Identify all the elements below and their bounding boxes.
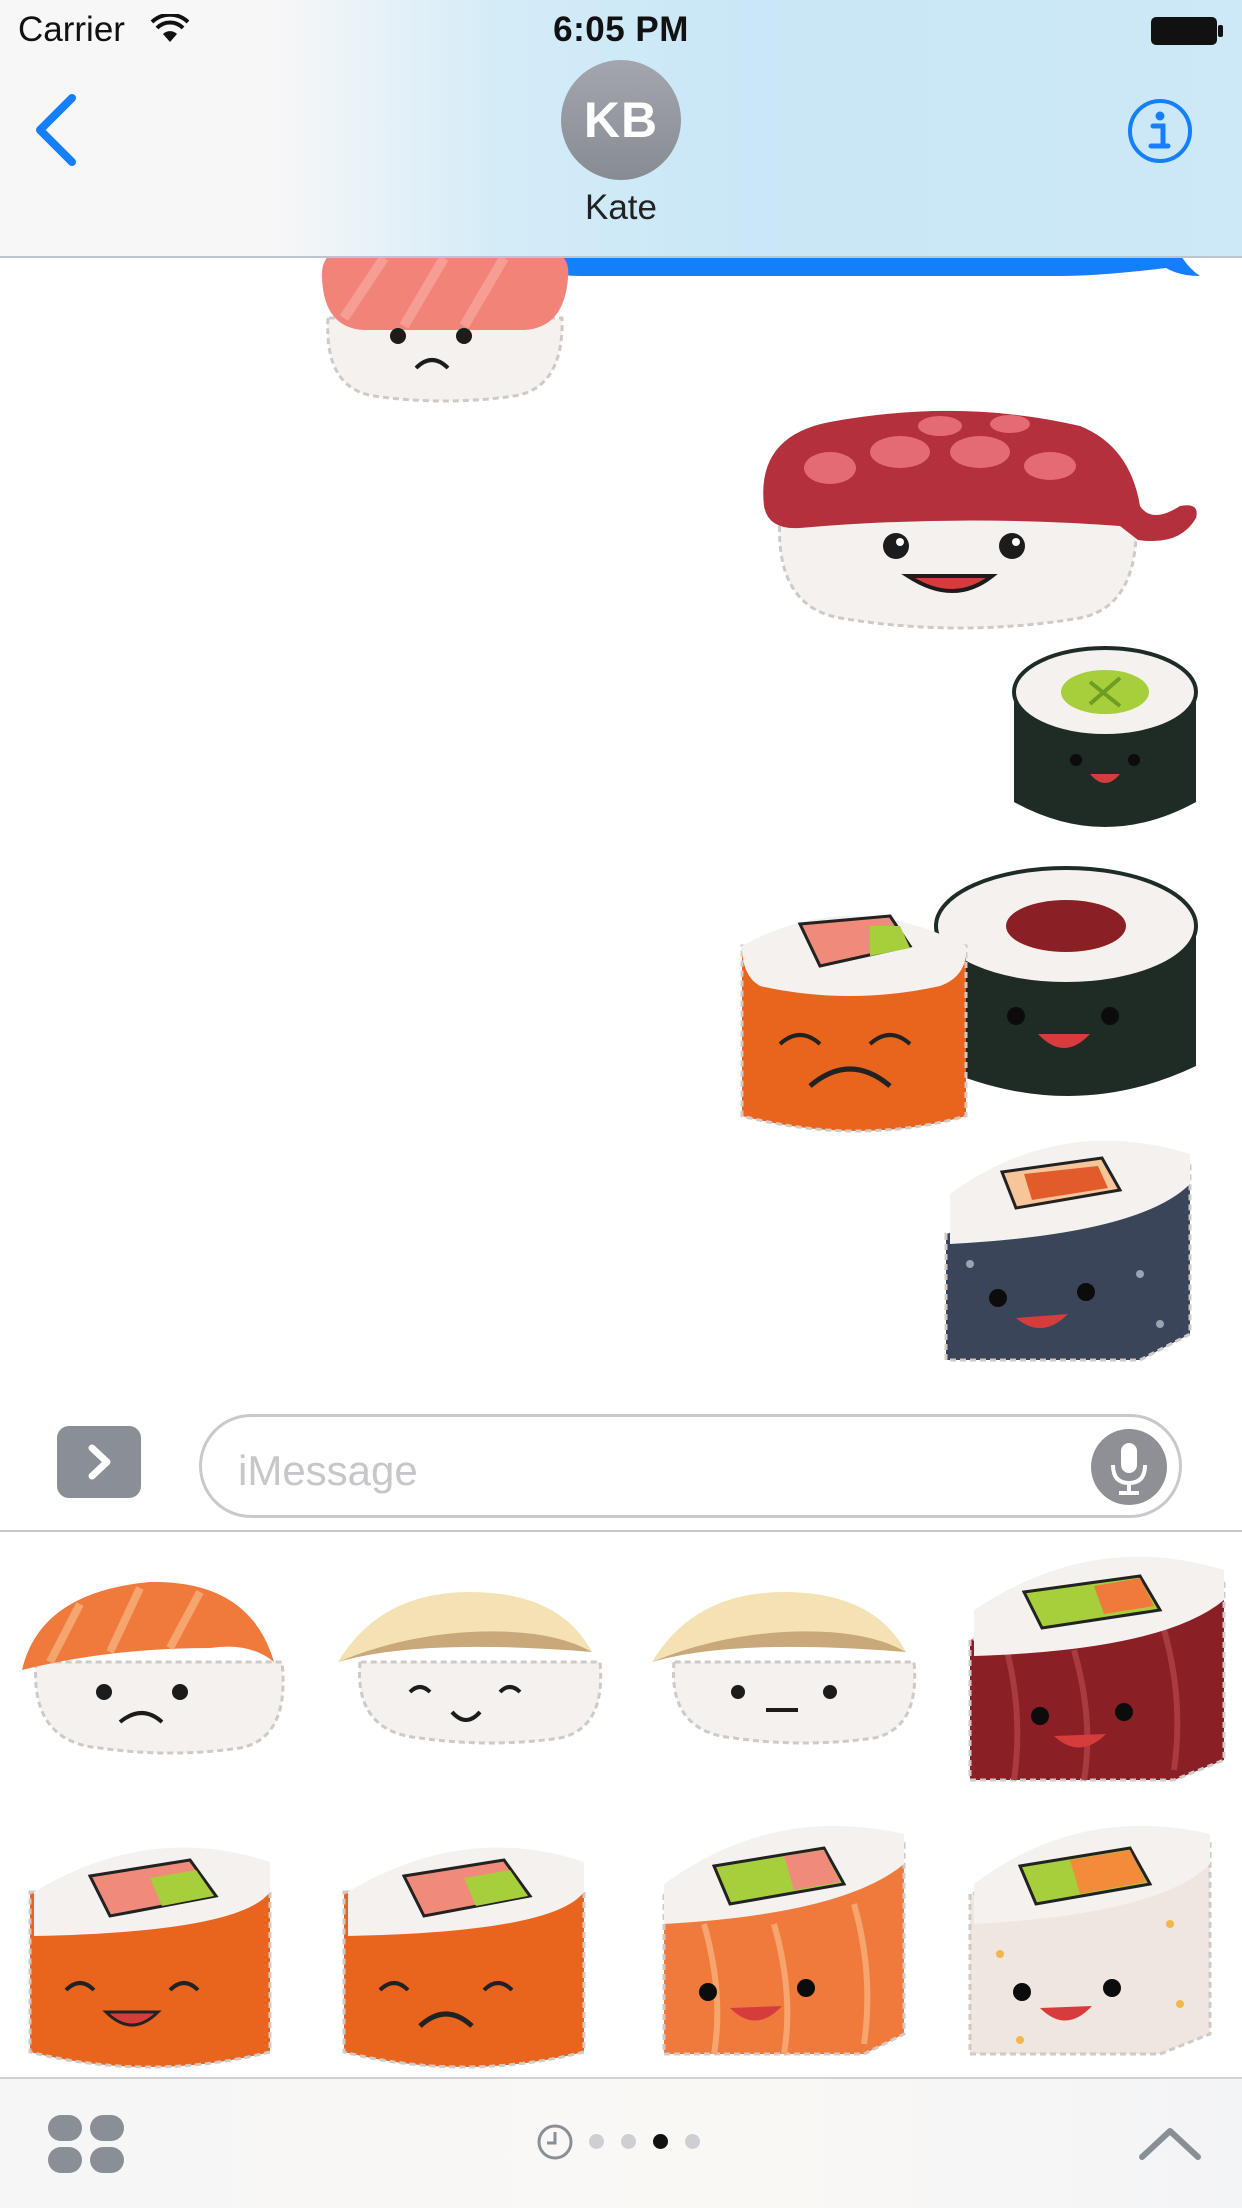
contact-name[interactable]: Kate	[0, 188, 1242, 228]
page-dot[interactable]	[621, 2134, 636, 2149]
messages-app: Carrier 6:05 PM KB Kate iMessage	[0, 0, 1242, 2208]
message-input-placeholder: iMessage	[238, 1447, 418, 1494]
sticker-fish-nigiri-neutral[interactable]	[634, 1552, 944, 1822]
sticker-tuna-roll-happy[interactable]	[944, 1540, 1242, 1810]
page-dot-active[interactable]	[653, 2134, 668, 2149]
sticker-drawer	[0, 1532, 1242, 2077]
app-grid-icon[interactable]	[48, 2115, 126, 2175]
sticker-salmon-roll-happy[interactable]	[644, 1804, 954, 2074]
sticker-happy-octopus-nigiri[interactable]	[760, 406, 1200, 636]
chevron-right-icon	[88, 1444, 111, 1480]
chevron-up-icon[interactable]	[1138, 2123, 1202, 2163]
message-bubble[interactable]	[540, 258, 1200, 280]
battery-icon	[1151, 17, 1223, 45]
microphone-button[interactable]	[1091, 1429, 1167, 1505]
status-time: 6:05 PM	[553, 10, 689, 49]
sticker-sad-salmon-nigiri[interactable]	[314, 258, 576, 408]
sticker-roll-pair[interactable]	[740, 866, 1200, 1136]
page-dot[interactable]	[589, 2134, 604, 2149]
sticker-fish-nigiri-smile[interactable]	[320, 1552, 630, 1822]
sticker-sesame-roll-happy[interactable]	[960, 1804, 1242, 2074]
back-chevron-icon[interactable]	[30, 92, 80, 168]
message-transcript[interactable]	[0, 258, 1242, 1398]
app-tray	[0, 2077, 1242, 2208]
navigation-header: Carrier 6:05 PM KB Kate	[0, 0, 1242, 258]
sticker-tobiko-roll-sad[interactable]	[334, 1812, 644, 2082]
sticker-cucumber-maki-roll[interactable]	[1010, 642, 1200, 842]
page-dot[interactable]	[685, 2134, 700, 2149]
compose-bar: iMessage	[0, 1400, 1242, 1530]
recents-clock-icon[interactable]	[536, 2123, 574, 2161]
info-icon[interactable]	[1127, 98, 1193, 164]
contact-avatar[interactable]: KB	[561, 60, 681, 180]
sticker-tobiko-roll-happy[interactable]	[20, 1812, 330, 2082]
sticker-salmon-nigiri-sad[interactable]	[10, 1552, 320, 1822]
microphone-icon	[1111, 1443, 1147, 1495]
sticker-black-sesame-roll[interactable]	[940, 1124, 1200, 1374]
message-input[interactable]: iMessage	[199, 1414, 1182, 1518]
app-drawer-toggle-button[interactable]	[57, 1426, 141, 1498]
